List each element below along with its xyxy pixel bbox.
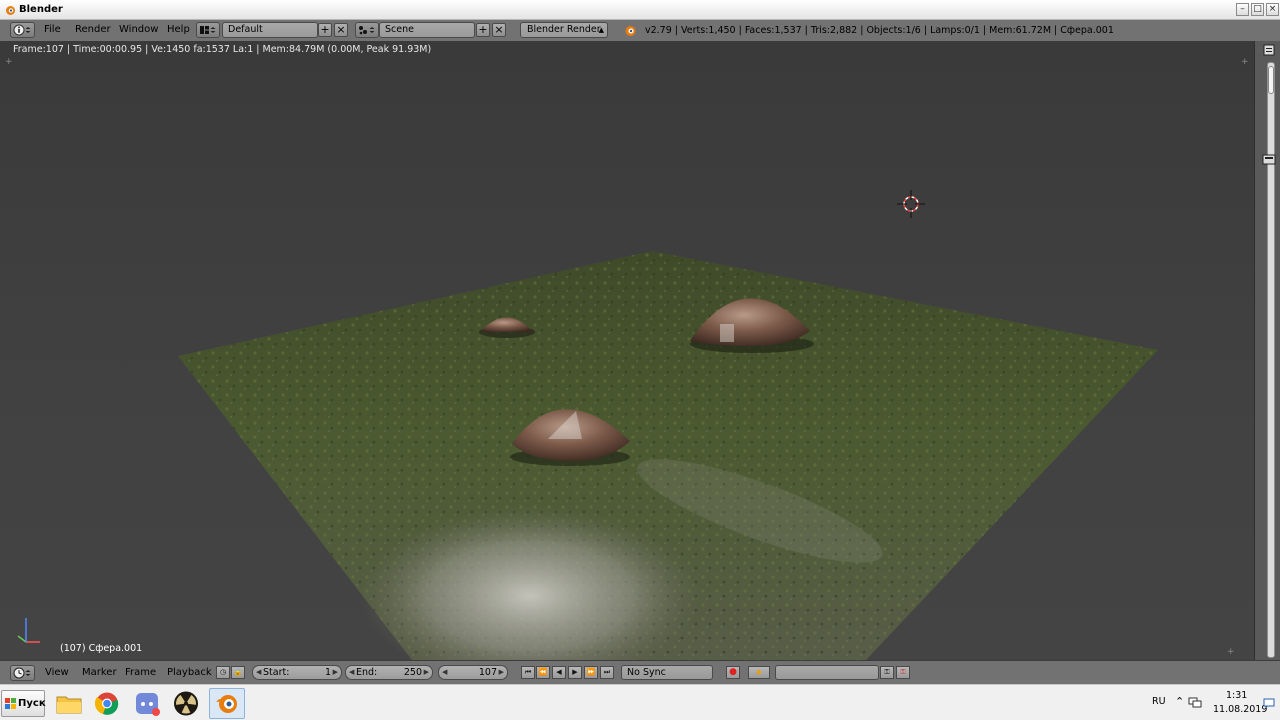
- play-reverse-button[interactable]: ◀: [552, 666, 566, 679]
- discord-icon: [136, 693, 160, 716]
- timeline-editor-type[interactable]: [10, 665, 35, 681]
- language-indicator[interactable]: RU: [1152, 696, 1166, 707]
- delete-keyframe-icon[interactable]: ⚿: [896, 666, 910, 679]
- 3d-cursor: [897, 190, 925, 218]
- screen-layout-selector[interactable]: [196, 22, 220, 38]
- viewport-render-info: Frame:107 | Time:00:00.95 | Ve:1450 fa:1…: [13, 44, 432, 55]
- active-object-label: (107) Сфера.001: [60, 643, 143, 654]
- minimize-button[interactable]: –: [1236, 3, 1249, 16]
- screen-layout-field[interactable]: Default: [222, 22, 318, 38]
- info-icon: [13, 24, 31, 36]
- jump-end-button[interactable]: ⏭: [600, 666, 614, 679]
- decrement-arrow-icon[interactable]: ◀: [256, 666, 261, 679]
- tray-expand-icon[interactable]: ⌃: [1175, 695, 1184, 708]
- blender-app-icon: [6, 6, 15, 15]
- keying-set-button[interactable]: ◆: [748, 666, 770, 679]
- start-frame-field[interactable]: ◀ Start: 1 ▶: [252, 665, 342, 680]
- keying-set-field[interactable]: [775, 665, 879, 680]
- area-split-corner-top-right[interactable]: +: [1241, 57, 1249, 67]
- timeline-menu-view[interactable]: View: [45, 667, 69, 678]
- windows-taskbar: Пуск RU ⌃ 1:31 11.08.2019: [0, 684, 1280, 720]
- increment-arrow-icon[interactable]: ▶: [499, 666, 504, 679]
- timeline-header: View Marker Frame Playback ◷ 🔒 ◀ Start: …: [0, 660, 1280, 684]
- menu-file[interactable]: File: [44, 24, 61, 35]
- network-icon[interactable]: [1188, 695, 1202, 709]
- remove-scene-button[interactable]: ×: [492, 23, 506, 37]
- menu-help[interactable]: Help: [167, 24, 190, 35]
- scene-field[interactable]: Scene: [379, 22, 475, 38]
- properties-scrollbar-thumb[interactable]: [1268, 66, 1274, 94]
- area-split-corner-top-left[interactable]: +: [5, 57, 13, 67]
- render-engine-dropdown[interactable]: Blender Render ▲: [520, 22, 608, 38]
- timeline-menu-frame[interactable]: Frame: [125, 667, 156, 678]
- decrement-arrow-icon[interactable]: ◀: [442, 666, 447, 679]
- folder-icon: [56, 696, 82, 714]
- jump-start-button[interactable]: ⏮: [521, 666, 535, 679]
- clock-time[interactable]: 1:31: [1226, 690, 1247, 701]
- end-frame-field[interactable]: ◀ End: 250 ▶: [345, 665, 433, 680]
- sync-mode-dropdown[interactable]: No Sync: [621, 665, 713, 680]
- chrome-taskbar-button[interactable]: [89, 688, 125, 719]
- start-button[interactable]: Пуск: [1, 690, 46, 717]
- insert-keyframe-icon[interactable]: ⚿: [880, 666, 894, 679]
- layout-grid-icon: [200, 26, 216, 34]
- preview-range-toggle[interactable]: ◷: [216, 666, 230, 679]
- clock-icon: [13, 667, 31, 679]
- menu-window[interactable]: Window: [119, 24, 158, 35]
- scene-statistics: v2.79 | Verts:1,450 | Faces:1,537 | Tris…: [645, 25, 1114, 36]
- outliner-icon[interactable]: [1262, 43, 1276, 57]
- jump-next-keyframe-button[interactable]: ⏩: [584, 666, 598, 679]
- notification-icon[interactable]: [1263, 697, 1275, 709]
- discord-taskbar-button[interactable]: [129, 688, 165, 719]
- clock-date[interactable]: 11.08.2019: [1213, 704, 1267, 715]
- play-button[interactable]: ▶: [568, 666, 582, 679]
- remove-layout-button[interactable]: ×: [334, 23, 348, 37]
- explorer-taskbar-button[interactable]: [51, 688, 87, 719]
- axis-gizmo: [17, 618, 40, 643]
- 3d-viewport[interactable]: Frame:107 | Time:00:00.95 | Ve:1450 fa:1…: [0, 41, 1254, 660]
- window-titlebar: Blender – □ ×: [0, 0, 1280, 20]
- radiation-icon: [174, 691, 198, 716]
- blender-icon: [216, 695, 237, 713]
- increment-arrow-icon[interactable]: ▶: [424, 666, 429, 679]
- maximize-button[interactable]: □: [1251, 3, 1264, 16]
- scene-selector[interactable]: [355, 22, 379, 38]
- properties-icon[interactable]: [1262, 152, 1276, 166]
- lock-icon[interactable]: 🔒: [231, 666, 245, 679]
- increment-arrow-icon[interactable]: ▶: [333, 666, 338, 679]
- scene-icon: [359, 26, 375, 35]
- jump-prev-keyframe-button[interactable]: ⏪: [536, 666, 550, 679]
- dropdown-arrow-icon: ▲: [598, 26, 604, 34]
- windows-logo-icon: [5, 698, 16, 709]
- timeline-menu-marker[interactable]: Marker: [82, 667, 117, 678]
- decrement-arrow-icon[interactable]: ◀: [349, 666, 354, 679]
- sync-mode-label: No Sync: [627, 667, 666, 678]
- add-scene-button[interactable]: +: [476, 23, 490, 37]
- start-label: Пуск: [18, 698, 46, 709]
- blender-logo-icon: [625, 26, 636, 36]
- blender-taskbar-button[interactable]: [209, 688, 245, 719]
- add-layout-button[interactable]: +: [318, 23, 332, 37]
- info-header: File Render Window Help Default + × Scen…: [0, 20, 1280, 41]
- menu-render[interactable]: Render: [75, 24, 111, 35]
- close-button[interactable]: ×: [1266, 3, 1279, 16]
- chrome-icon: [94, 692, 119, 715]
- current-frame-field[interactable]: ◀ 107 ▶: [438, 665, 508, 680]
- editor-type-button[interactable]: [10, 22, 35, 38]
- radiation-app-taskbar-button[interactable]: [168, 688, 204, 719]
- area-split-corner-bottom-right[interactable]: +: [1227, 647, 1235, 657]
- record-button[interactable]: ●: [726, 666, 740, 679]
- timeline-menu-playback[interactable]: Playback: [167, 667, 212, 678]
- scene-render: [17, 190, 1158, 660]
- window-title: Blender: [19, 4, 63, 15]
- render-engine-label: Blender Render: [527, 24, 601, 35]
